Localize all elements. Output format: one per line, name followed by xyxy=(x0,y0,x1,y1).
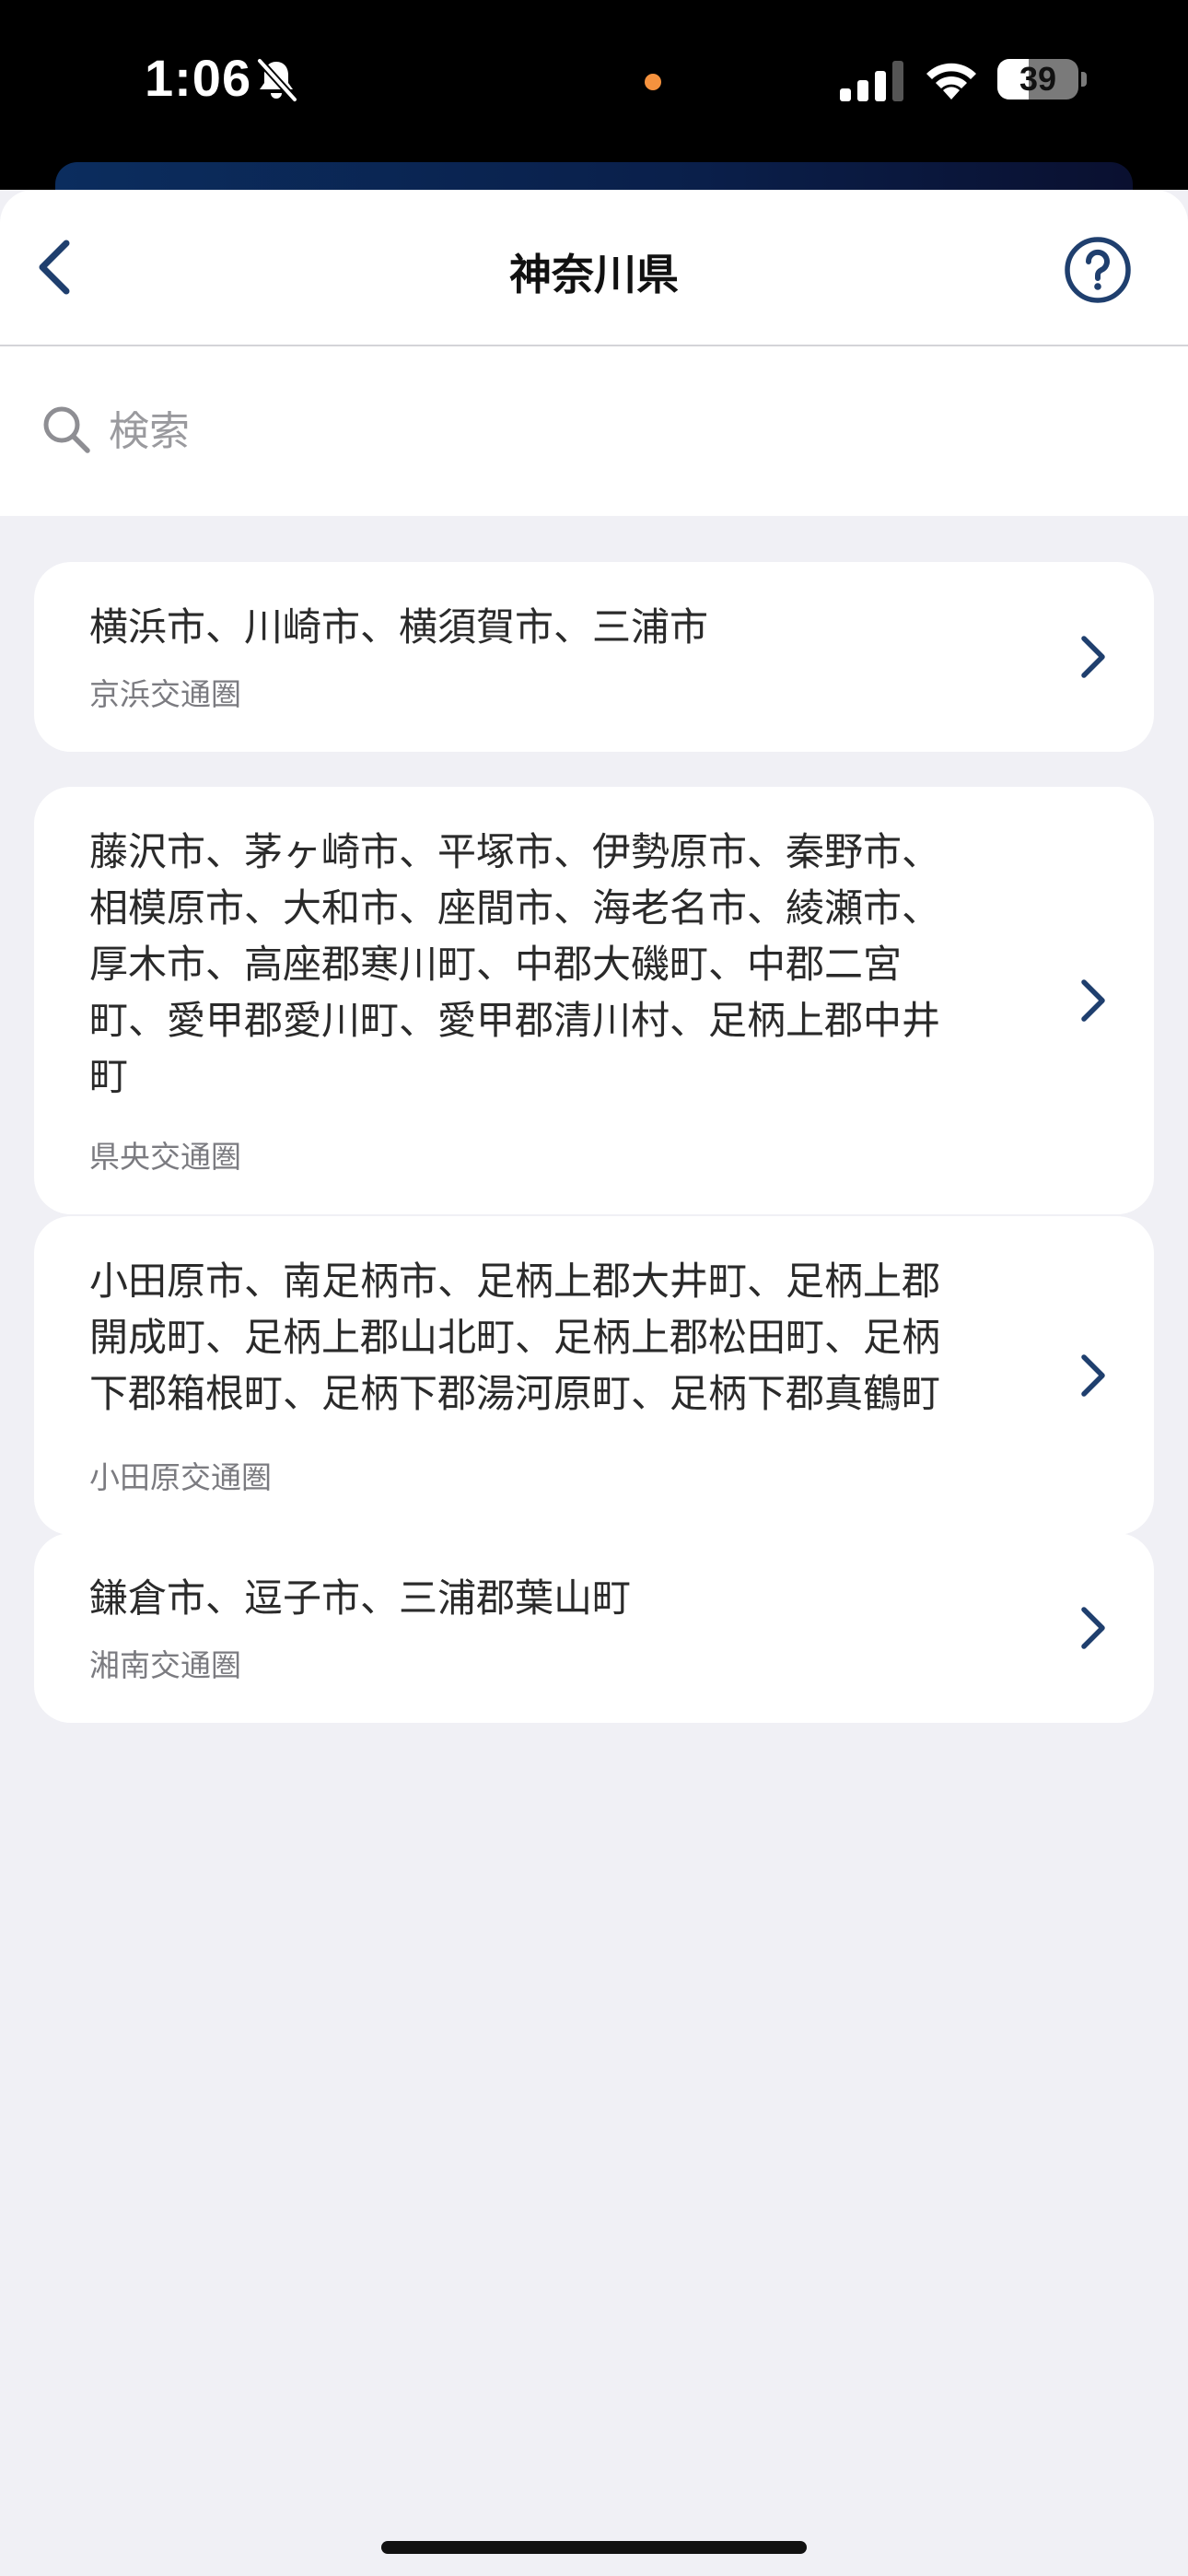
chevron-right-icon xyxy=(1081,979,1105,1022)
chevron-right-icon xyxy=(1081,636,1105,678)
cellular-signal-icon xyxy=(840,61,903,101)
search-icon xyxy=(43,406,90,453)
battery-percent: 39 xyxy=(1019,60,1057,98)
region-card-title: 横浜市、川崎市、横須賀市、三浦市 xyxy=(89,604,709,650)
question-circle-icon xyxy=(1065,237,1131,303)
chevron-right-icon xyxy=(1081,1354,1105,1397)
status-time: 1:06 xyxy=(145,49,252,107)
region-card-subtitle: 湘南交通圏 xyxy=(89,1647,241,1683)
region-card-subtitle: 小田原交通圏 xyxy=(89,1459,272,1495)
region-sheet: 神奈川県 横浜市、川崎市、横須賀市、三浦市 京浜交通圏 藤沢市、茅ヶ崎市、平塚市… xyxy=(0,190,1188,2576)
nav-header: 神奈川県 xyxy=(0,190,1188,346)
page-title: 神奈川県 xyxy=(509,250,679,299)
privacy-indicator-dot xyxy=(645,74,661,90)
region-card-title: 藤沢市、茅ヶ崎市、平塚市、伊勢原市、秦野市、 相模原市、大和市、座間市、海老名市… xyxy=(89,829,941,1099)
search-input[interactable] xyxy=(109,398,1122,464)
region-card-title: 鎌倉市、逗子市、三浦郡葉山町 xyxy=(89,1575,632,1621)
battery-cap xyxy=(1081,72,1087,87)
battery-indicator: 39 xyxy=(997,59,1078,100)
chevron-right-icon xyxy=(1081,1607,1105,1649)
region-card-odawara[interactable]: 小田原市、南足柄市、足柄上郡大井町、足柄上郡 開成町、足柄上郡山北町、足柄上郡松… xyxy=(34,1216,1154,1535)
region-card-shonan[interactable]: 鎌倉市、逗子市、三浦郡葉山町 湘南交通圏 xyxy=(34,1533,1154,1723)
region-card-title: 小田原市、南足柄市、足柄上郡大井町、足柄上郡 開成町、足柄上郡山北町、足柄上郡松… xyxy=(89,1259,941,1416)
status-bar: 1:06 39 xyxy=(0,0,1188,217)
region-card-keihin[interactable]: 横浜市、川崎市、横須賀市、三浦市 京浜交通圏 xyxy=(34,562,1154,752)
region-card-subtitle: 京浜交通圏 xyxy=(89,676,241,712)
help-button[interactable] xyxy=(1064,236,1132,304)
search-bar xyxy=(0,346,1188,516)
home-indicator[interactable] xyxy=(381,2541,807,2554)
bell-muted-icon xyxy=(257,58,297,102)
wifi-icon xyxy=(926,63,976,100)
region-card-kenou[interactable]: 藤沢市、茅ヶ崎市、平塚市、伊勢原市、秦野市、 相模原市、大和市、座間市、海老名市… xyxy=(34,787,1154,1214)
region-card-subtitle: 県央交通圏 xyxy=(89,1139,241,1175)
